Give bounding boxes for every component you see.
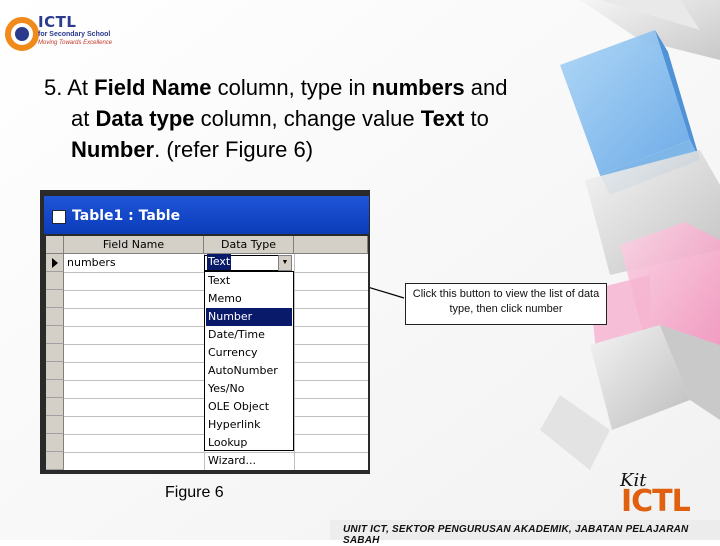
instruction-text: 5. At Field Name column, type in numbers… [44,75,508,162]
row-selector[interactable] [46,416,64,434]
dropdown-arrow-icon: ▼ [281,259,289,266]
logo-subtitle: for Secondary School [38,31,111,38]
row-selector[interactable] [46,344,64,362]
dropdown-option-autonumber[interactable]: AutoNumber [206,362,292,380]
callout-box: Click this button to view the list of da… [405,283,607,325]
figure-caption: Figure 6 [165,484,224,501]
dropdown-option-date-time[interactable]: Date/Time [206,326,292,344]
design-grid: Field Name Data Type numbers Text ▼ Text… [46,236,368,470]
dropdown-option-text[interactable]: Text [206,272,292,290]
column-header-description[interactable] [294,236,368,254]
logo-title: ICTL [38,13,77,31]
data-type-value: Text [207,254,232,270]
dropdown-option-ole-object[interactable]: OLE Object [206,398,292,416]
dropdown-button[interactable]: ▼ [278,255,292,271]
dropdown-option-hyperlink[interactable]: Hyperlink [206,416,292,434]
footer-text: UNIT ICT, SEKTOR PENGURUSAN AKADEMIK, JA… [343,524,689,546]
logo-tagline: Moving Towards Excellence [38,40,113,46]
row-selector-header [46,236,64,254]
data-type-dropdown-list: Text Memo Number Date/Time Currency Auto… [204,271,294,467]
window-title: Table1 : Table [72,208,181,224]
field-name-input[interactable]: numbers [67,254,116,272]
row-selector[interactable] [46,380,64,398]
dropdown-option-currency[interactable]: Currency [206,344,292,362]
row-selector[interactable] [46,434,64,452]
ictl-logo: ICTL for Secondary School Moving Towards… [38,14,112,47]
row-selector[interactable] [46,362,64,380]
row-pointer-icon [52,258,58,268]
column-header-field-name[interactable]: Field Name [64,236,204,254]
column-header-data-type[interactable]: Data Type [204,236,294,254]
row-selector[interactable] [46,290,64,308]
dropdown-option-lookup-wizard[interactable]: Lookup Wizard... [206,434,292,467]
row-selector[interactable] [46,254,64,272]
window-titlebar[interactable]: Table1 : Table [44,196,369,234]
table-icon [52,210,66,224]
row-selector[interactable] [46,272,64,290]
dropdown-option-memo[interactable]: Memo [206,290,292,308]
dropdown-option-yes-no[interactable]: Yes/No [206,380,292,398]
row-selector[interactable] [46,452,64,470]
row-selector[interactable] [46,326,64,344]
row-selector[interactable] [46,308,64,326]
row-selector[interactable] [46,398,64,416]
dropdown-option-number[interactable]: Number [206,308,292,326]
